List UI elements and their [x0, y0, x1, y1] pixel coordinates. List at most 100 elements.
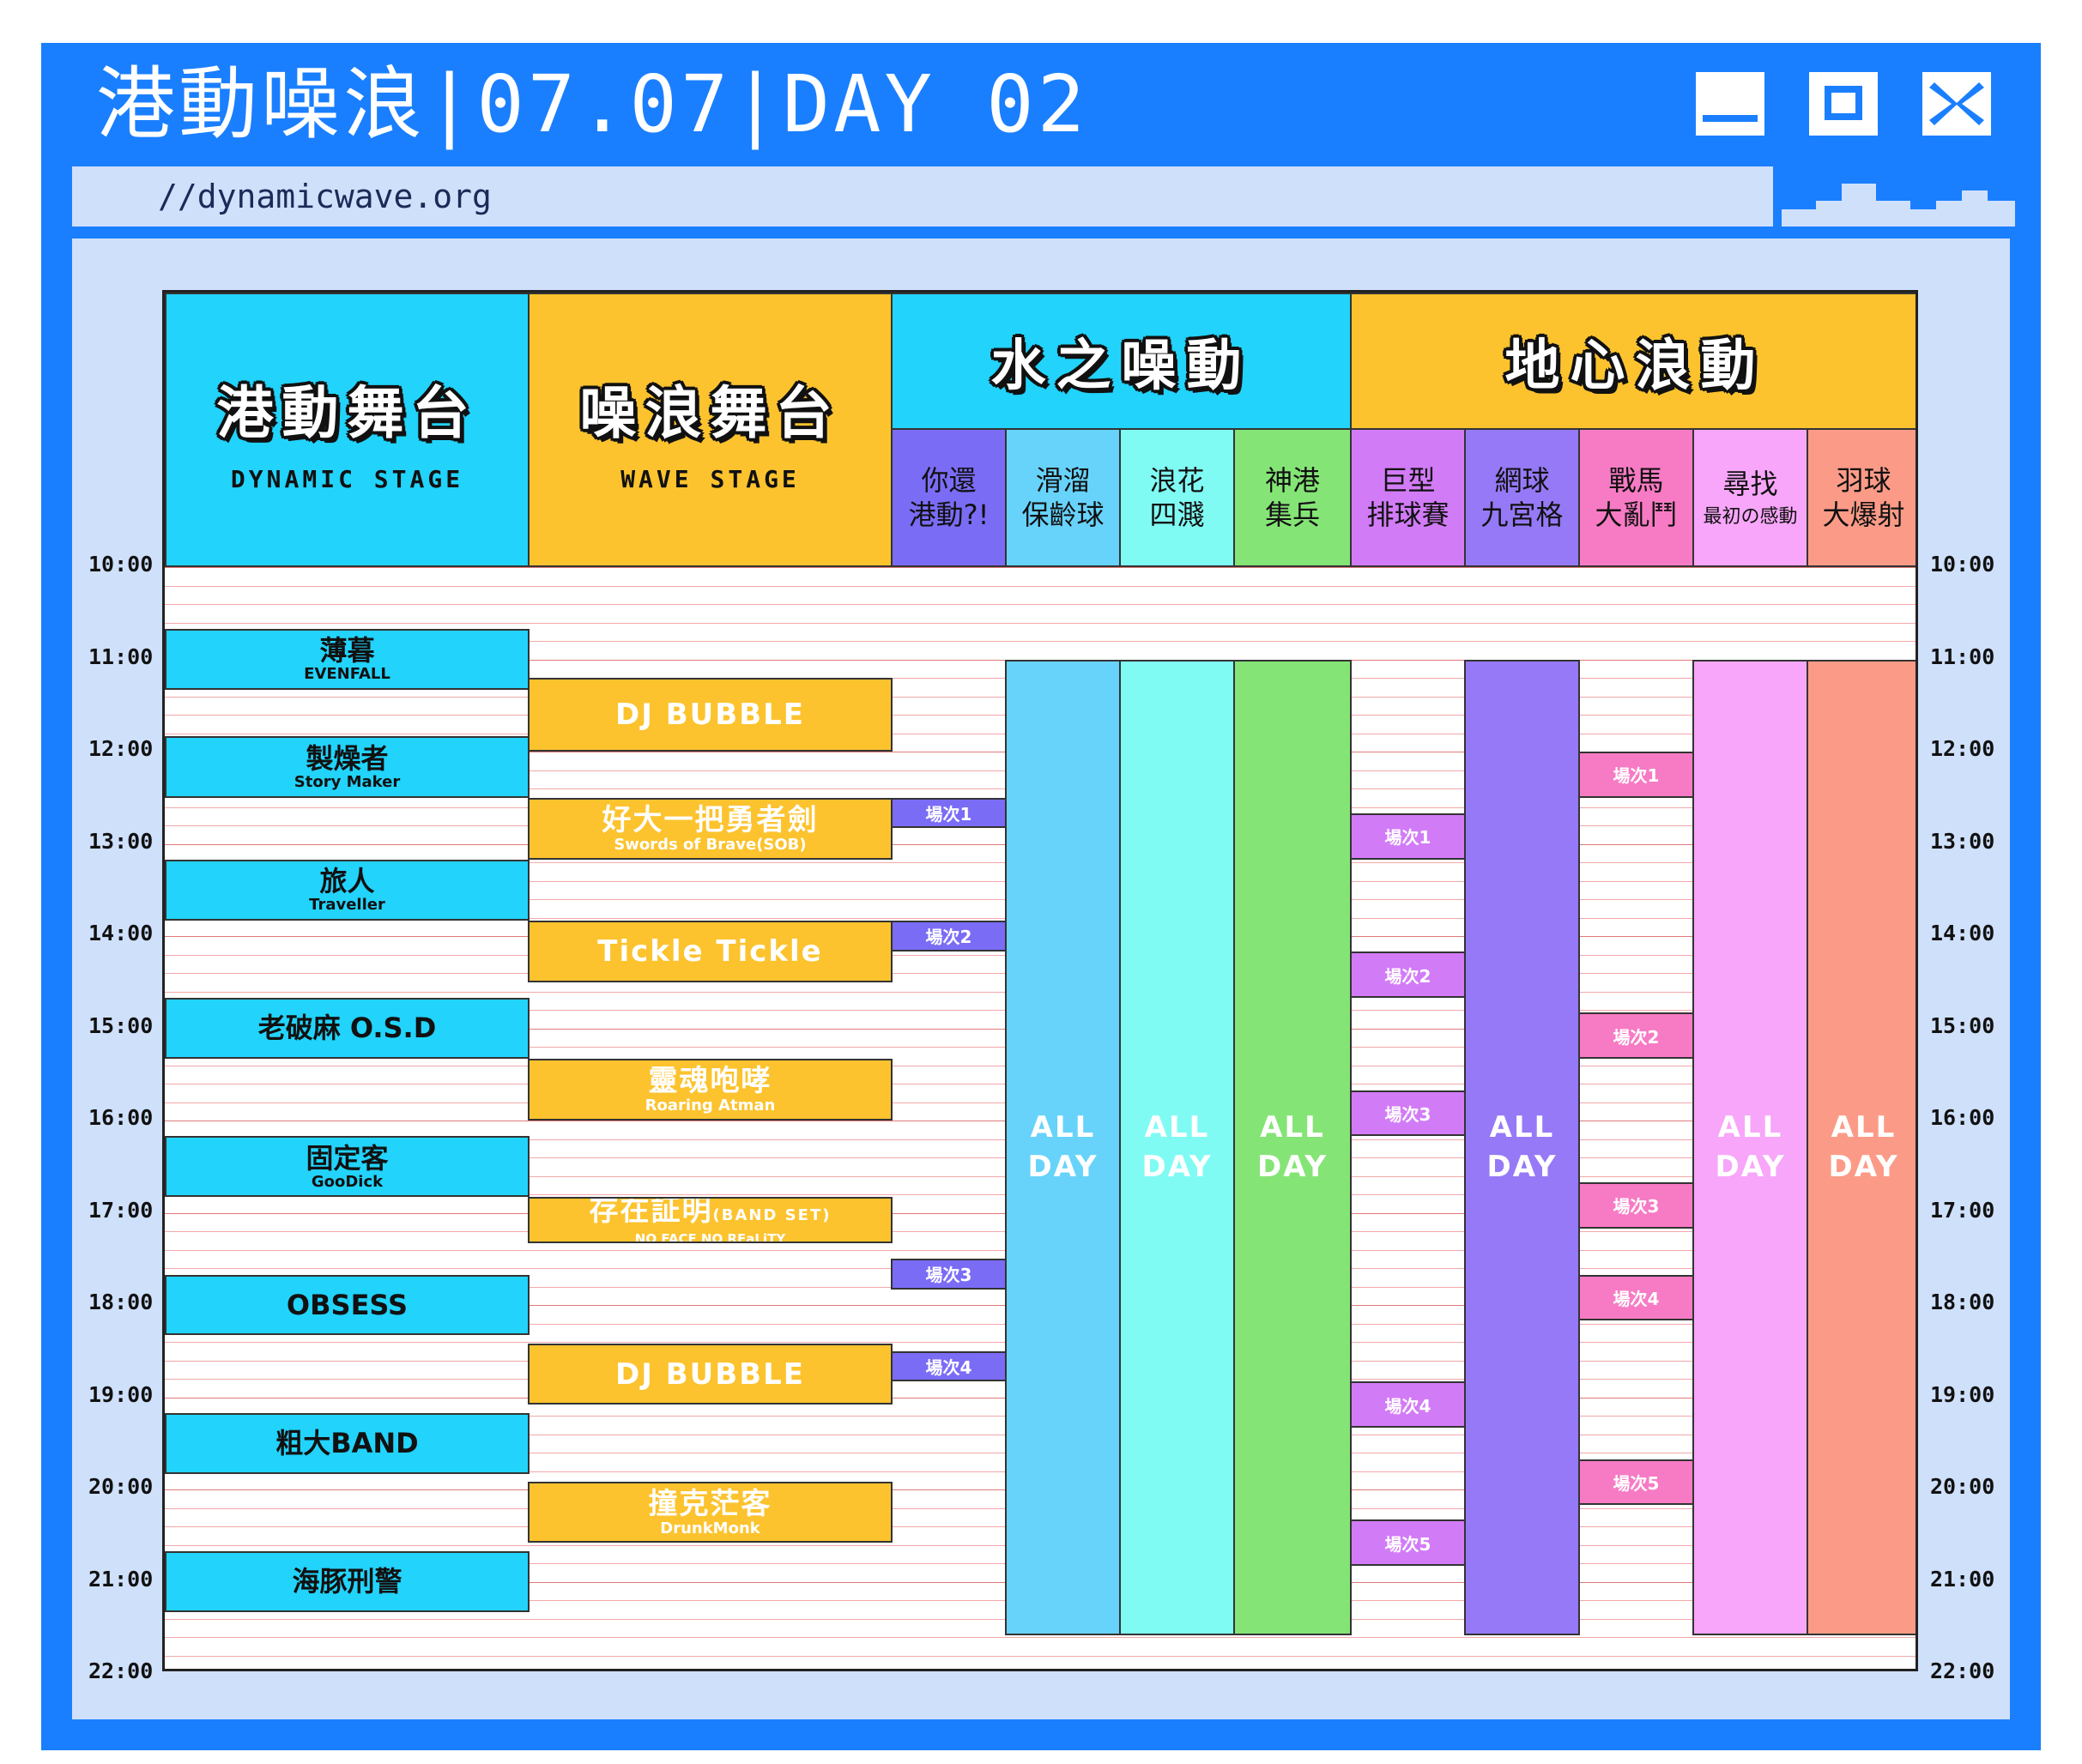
time-label: 17:00 — [88, 1197, 154, 1223]
performer-name-text: DJ BUBBLE — [615, 1356, 805, 1392]
wave-performance[interactable]: 存在証明(BAND SET) NO FACE NO REaLiTY — [528, 1197, 893, 1243]
wave-stage-header: 噪浪舞台 WAVE STAGE — [528, 293, 893, 567]
all-day-block[interactable]: ALL DAY — [1005, 659, 1121, 1635]
activity-name-line1: 浪花 — [1149, 464, 1205, 497]
activity-name-line1: 戰馬 — [1608, 464, 1664, 497]
time-label: 12:00 — [88, 736, 154, 761]
session-label: 場次2 — [925, 927, 972, 948]
wave-stage-title: 噪浪舞台 — [579, 379, 841, 446]
earth-activity-header: 尋找 最初の感動 — [1692, 428, 1808, 567]
activity-name-line1: 尋找 — [1722, 468, 1778, 500]
time-label: 15:00 — [88, 1012, 154, 1038]
water-group-header: 水之噪動 — [891, 293, 1352, 430]
activity-name-line2: 排球賽 — [1366, 498, 1450, 531]
session-label: 場次5 — [1384, 1533, 1431, 1555]
all-day-block[interactable]: ALL DAY — [1119, 659, 1235, 1635]
dynamic-performance[interactable]: 粗大BAND — [165, 1412, 530, 1474]
wave-performance[interactable]: DJ BUBBLE — [528, 1344, 893, 1405]
performer-name-en: Roaring Atman — [645, 1096, 776, 1115]
time-label: 13:00 — [88, 828, 154, 854]
time-label: 22:00 — [1930, 1658, 1995, 1683]
dynamic-stage-header: 港動舞台 DYNAMIC STAGE — [165, 293, 530, 567]
schedule-grid: 港動舞台 DYNAMIC STAGE 噪浪舞台 WAVE STAGE 水之噪動 … — [162, 290, 1918, 1671]
grid-line — [165, 1637, 1916, 1638]
activity-name-line2: 九宮格 — [1480, 498, 1564, 531]
water-activity-header: 神港 集兵 — [1233, 428, 1352, 567]
dynamic-performance[interactable]: 老破麻 O.S.D — [165, 998, 530, 1059]
all-day-line1: ALL — [1260, 1110, 1325, 1145]
all-day-block[interactable]: ALL DAY — [1233, 659, 1352, 1635]
dynamic-performance[interactable]: 薄暮 EVENFALL — [165, 629, 530, 690]
time-label: 22:00 — [88, 1658, 154, 1683]
time-label: 16:00 — [88, 1105, 154, 1130]
session-block[interactable]: 場次1 — [1578, 752, 1694, 798]
dynamic-performance[interactable]: 固定客 GooDick — [165, 1136, 530, 1198]
wave-performance[interactable]: DJ BUBBLE — [528, 678, 893, 752]
performer-name: 薄暮 — [319, 634, 375, 668]
wave-performance[interactable]: 好大一把勇者劍 Swords of Brave(SOB) — [528, 797, 893, 860]
session-block[interactable]: 場次3 — [891, 1259, 1007, 1290]
performer-name-en: NO FACE NO REaLiTY — [634, 1231, 786, 1243]
session-block[interactable]: 場次3 — [1578, 1182, 1694, 1229]
session-block[interactable]: 場次2 — [1350, 951, 1466, 999]
grid-line — [165, 622, 1916, 624]
activity-name-line2: 集兵 — [1264, 498, 1320, 531]
session-label: 場次3 — [925, 1265, 972, 1286]
maximize-icon[interactable] — [1802, 65, 1885, 142]
time-label: 15:00 — [1930, 1012, 1995, 1038]
dynamic-performance[interactable]: 旅人 Traveller — [165, 859, 530, 921]
minimize-icon[interactable] — [1689, 65, 1771, 142]
all-day-block[interactable]: ALL DAY — [1692, 659, 1808, 1635]
dynamic-performance[interactable]: OBSESS — [165, 1274, 530, 1336]
grid-line — [165, 604, 1916, 605]
grid-line — [165, 585, 1916, 587]
earth-activity-header: 羽球 大爆射 — [1807, 428, 1916, 567]
session-label: 場次1 — [925, 803, 972, 825]
activity-name-line2: 最初の感動 — [1703, 506, 1798, 528]
session-label: 場次2 — [1384, 965, 1431, 987]
session-block[interactable]: 場次2 — [891, 920, 1007, 952]
dynamic-performance[interactable]: 製燥者 Story Maker — [165, 735, 530, 798]
session-block[interactable]: 場次4 — [1578, 1274, 1694, 1321]
time-label: 18:00 — [1930, 1290, 1995, 1314]
time-label: 14:00 — [88, 921, 154, 945]
wave-performance[interactable]: 靈魂咆哮 Roaring Atman — [528, 1058, 893, 1121]
dynamic-performance[interactable]: 海豚刑警 — [165, 1551, 530, 1612]
activity-name-line1: 滑溜 — [1035, 464, 1091, 497]
dynamic-stage-title: 港動舞台 — [216, 379, 478, 446]
session-block[interactable]: 場次5 — [1578, 1459, 1694, 1506]
all-day-line1: ALL — [1030, 1110, 1096, 1145]
performer-name-text: 撞克茫客 — [648, 1486, 772, 1521]
time-label: 10:00 — [88, 552, 154, 577]
time-label: 11:00 — [1930, 643, 1995, 669]
session-block[interactable]: 場次5 — [1350, 1519, 1466, 1567]
close-icon[interactable] — [1916, 65, 1998, 142]
all-day-line1: ALL — [1489, 1110, 1555, 1145]
activity-name-line1: 羽球 — [1836, 464, 1891, 497]
session-block[interactable]: 場次4 — [891, 1350, 1007, 1382]
performer-name-en: GooDick — [311, 1172, 384, 1191]
time-label: 17:00 — [1930, 1197, 1995, 1223]
time-label: 12:00 — [1930, 736, 1995, 761]
session-block[interactable]: 場次1 — [1350, 813, 1466, 860]
session-block[interactable]: 場次1 — [891, 797, 1007, 829]
earth-activity-header: 戰馬 大亂鬥 — [1578, 428, 1694, 567]
performer-name-en: DrunkMonk — [660, 1519, 760, 1537]
all-day-line2: DAY — [1828, 1150, 1899, 1185]
wave-performance[interactable]: 撞克茫客 DrunkMonk — [528, 1482, 893, 1544]
performer-name-text: Tickle Tickle — [597, 933, 823, 969]
session-block[interactable]: 場次4 — [1350, 1381, 1466, 1428]
wave-performance[interactable]: Tickle Tickle — [528, 920, 893, 982]
all-day-line1: ALL — [1717, 1110, 1783, 1145]
water-group-title: 水之噪動 — [990, 335, 1252, 398]
performer-name: 好大一把勇者劍 — [602, 804, 819, 837]
activity-name-line2: 港動?! — [908, 498, 990, 531]
performer-name-text: 靈魂咆哮 — [648, 1063, 772, 1098]
session-block[interactable]: 場次3 — [1350, 1090, 1466, 1137]
time-label: 21:00 — [88, 1566, 154, 1592]
session-label: 場次4 — [925, 1356, 972, 1378]
performer-name-en: Swords of Brave(SOB) — [614, 835, 807, 854]
session-block[interactable]: 場次2 — [1578, 1012, 1694, 1059]
all-day-block[interactable]: ALL DAY — [1464, 659, 1580, 1635]
all-day-block[interactable]: ALL DAY — [1807, 659, 1916, 1635]
